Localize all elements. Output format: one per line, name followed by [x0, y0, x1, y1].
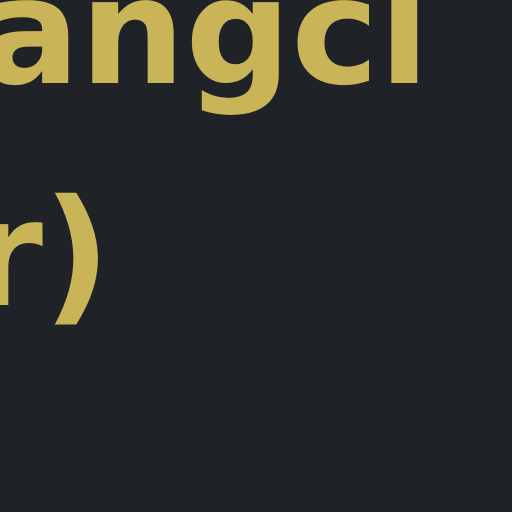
code-text-line: r) [0, 168, 111, 340]
code-text-line: angcl [0, 0, 430, 118]
zoomed-editor-view: angcl r) [0, 0, 512, 512]
